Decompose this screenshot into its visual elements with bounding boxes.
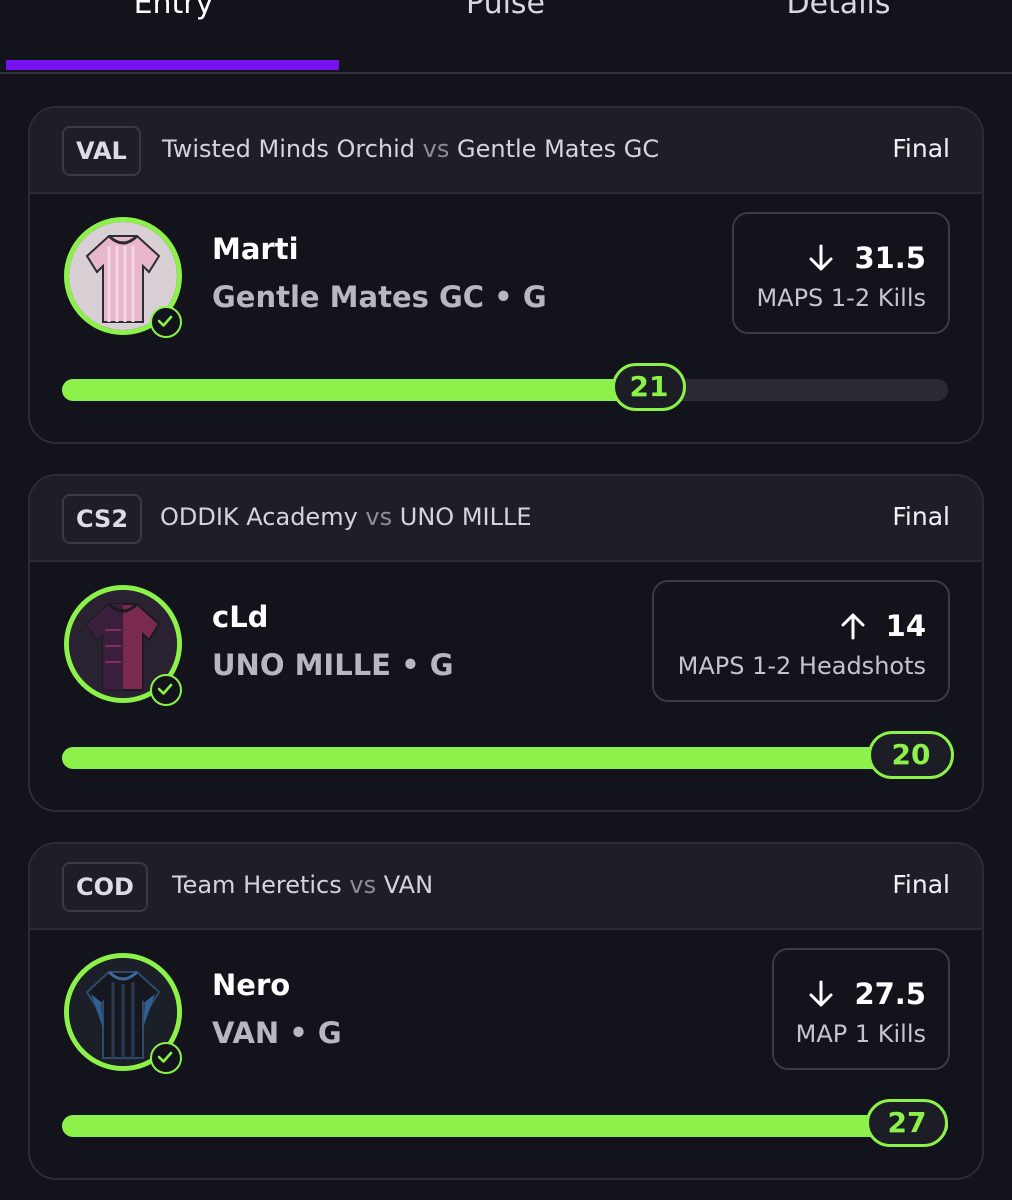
tab-bar: Entry Pulse Details [0,0,1012,74]
player-team-position: UNO MILLE • G [212,648,454,682]
verified-check-icon [150,674,182,706]
team-a: Team Heretics [172,871,342,899]
team-a: Twisted Minds Orchid [162,135,416,163]
projection-stat: MAPS 1-2 Kills [756,284,926,312]
vs-label: vs [349,871,377,899]
vs-label: vs [422,135,450,163]
vs-label: vs [365,503,393,531]
progress-track: 27 [62,1099,948,1147]
team-b: Gentle Mates GC [457,135,660,163]
player-team-position: Gentle Mates GC • G [212,280,547,314]
progress-fill [62,1115,948,1137]
team-b: UNO MILLE [399,503,532,531]
projection-line: 27.5 [854,977,926,1011]
tab-details[interactable]: Details [670,0,1007,21]
progress-value: 20 [868,731,954,779]
player-team-position: VAN • G [212,1016,342,1050]
league-badge: VAL [62,126,141,176]
game-status: Final [892,870,950,899]
arrow-down-icon [809,980,833,1007]
projection-stat: MAPS 1-2 Headshots [677,652,926,680]
progress-track: 21 [62,363,948,411]
projection-box[interactable]: 14 MAPS 1-2 Headshots [652,580,950,702]
matchup: ODDIK Academy vs UNO MILLE [160,500,532,534]
card-header: CS2 ODDIK Academy vs UNO MILLE Final [30,476,982,562]
team-b: VAN [383,871,434,899]
team-a: ODDIK Academy [160,503,358,531]
projection-line: 31.5 [854,241,926,275]
tab-pulse[interactable]: Pulse [337,0,674,21]
tab-entry[interactable]: Entry [5,0,342,21]
matchup: Twisted Minds Orchid vs Gentle Mates GC [162,132,659,166]
projection-stat: MAP 1 Kills [795,1020,926,1048]
game-status: Final [892,134,950,163]
player-name: cLd [212,600,269,634]
progress-fill [62,747,948,769]
verified-check-icon [150,1042,182,1074]
game-status: Final [892,502,950,531]
projection-line: 14 [885,609,926,643]
pick-card[interactable]: COD Team Heretics vs VAN Final Nero VAN … [28,842,984,1180]
arrow-up-icon [841,613,865,640]
card-header: VAL Twisted Minds Orchid vs Gentle Mates… [30,108,982,194]
progress-track: 20 [62,731,954,779]
player-name: Marti [212,232,299,266]
progress-value: 21 [612,363,686,411]
projection-box[interactable]: 27.5 MAP 1 Kills [772,948,950,1070]
card-header: COD Team Heretics vs VAN Final [30,844,982,930]
pick-card[interactable]: CS2 ODDIK Academy vs UNO MILLE Final cLd… [28,474,984,812]
verified-check-icon [150,306,182,338]
active-tab-indicator [6,60,339,70]
progress-value: 27 [866,1099,948,1147]
pick-card[interactable]: VAL Twisted Minds Orchid vs Gentle Mates… [28,106,984,444]
league-badge: COD [62,862,148,912]
arrow-down-icon [809,244,833,271]
projection-box[interactable]: 31.5 MAPS 1-2 Kills [732,212,950,334]
league-badge: CS2 [62,494,143,544]
matchup: Team Heretics vs VAN [172,868,433,902]
player-name: Nero [212,968,291,1002]
progress-fill [62,379,652,401]
